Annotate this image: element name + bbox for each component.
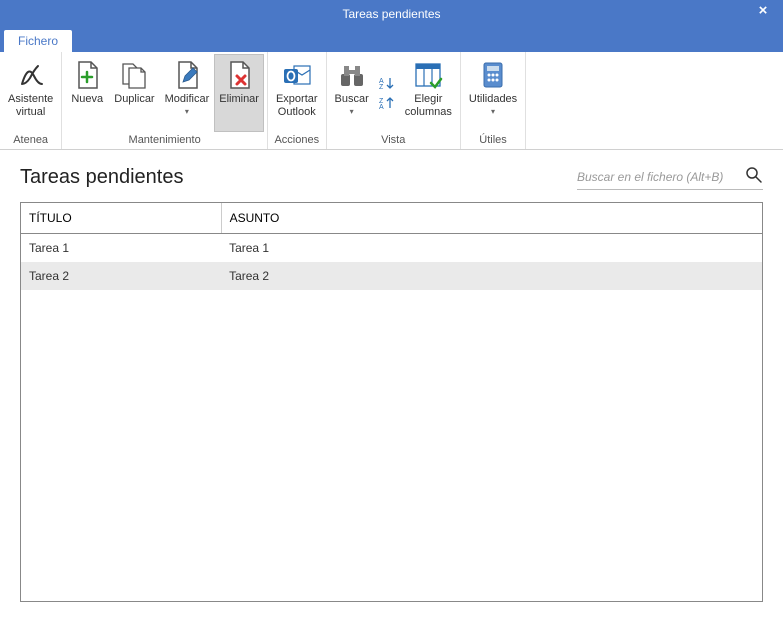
ribbon-group-label: Atenea: [3, 132, 58, 149]
search-icon[interactable]: [745, 166, 763, 187]
ribbon-btn-label: Duplicar: [114, 93, 154, 106]
titlebar: Tareas pendientes ×: [0, 0, 783, 28]
modificar-button[interactable]: Modificar ▾: [160, 54, 215, 132]
cell-titulo: Tarea 2: [21, 262, 221, 290]
nueva-button[interactable]: Nueva: [65, 54, 109, 132]
tab-label: Fichero: [18, 34, 58, 48]
ribbon-group-label: Vista: [330, 132, 457, 149]
column-header-titulo[interactable]: TÍTULO: [21, 203, 221, 234]
ribbon-group-acciones: Exportar Outlook Acciones: [268, 52, 327, 149]
ribbon-btn-label: Modificar: [165, 93, 210, 106]
ribbon-btn-label: Buscar: [335, 93, 369, 106]
utilidades-button[interactable]: Utilidades ▾: [464, 54, 522, 132]
cell-asunto: Tarea 2: [221, 262, 762, 290]
sort-desc-icon: Z A: [378, 96, 396, 110]
ribbon-group-label: Mantenimiento: [65, 132, 264, 149]
search-field-wrap: [577, 164, 763, 190]
ribbon-btn-label: Outlook: [278, 106, 316, 119]
search-input[interactable]: [577, 170, 737, 184]
exportar-outlook-button[interactable]: Exportar Outlook: [271, 54, 323, 132]
ribbon-btn-label: Eliminar: [219, 93, 259, 106]
sort-asc-button[interactable]: A Z: [376, 74, 398, 92]
data-grid[interactable]: TÍTULO ASUNTO Tarea 1Tarea 1Tarea 2Tarea…: [20, 202, 763, 602]
ribbon: Asistente virtual Atenea Nueva: [0, 52, 783, 150]
chevron-down-icon: ▾: [491, 107, 495, 117]
sort-desc-button[interactable]: Z A: [376, 94, 398, 112]
eliminar-button[interactable]: Eliminar: [214, 54, 264, 132]
ribbon-group-mantenimiento: Nueva Duplicar: [62, 52, 268, 149]
ribbon-btn-label: Utilidades: [469, 93, 517, 106]
ribbon-group-atenea: Asistente virtual Atenea: [0, 52, 62, 149]
edit-document-icon: [171, 59, 203, 91]
chevron-down-icon: ▾: [185, 107, 189, 117]
cell-asunto: Tarea 1: [221, 234, 762, 263]
table-row[interactable]: Tarea 1Tarea 1: [21, 234, 762, 263]
binoculars-icon: [336, 59, 368, 91]
ribbon-group-label: Acciones: [271, 132, 323, 149]
window-title: Tareas pendientes: [342, 7, 440, 21]
column-header-asunto[interactable]: ASUNTO: [221, 203, 762, 234]
tabstrip: Fichero: [0, 28, 783, 52]
ribbon-btn-label: Exportar: [276, 93, 318, 106]
delete-document-icon: [223, 59, 255, 91]
close-icon: ×: [759, 2, 768, 19]
ribbon-group-vista: Buscar ▾ A Z Z A: [327, 52, 461, 149]
ribbon-btn-label: Elegir: [414, 93, 442, 106]
tab-fichero[interactable]: Fichero: [4, 30, 72, 52]
close-button[interactable]: ×: [743, 0, 783, 28]
table-row[interactable]: Tarea 2Tarea 2: [21, 262, 762, 290]
svg-text:Z: Z: [379, 84, 384, 90]
ribbon-btn-label: Asistente: [8, 93, 53, 106]
new-document-icon: [71, 59, 103, 91]
svg-text:A: A: [379, 104, 384, 110]
ribbon-group-utiles: Utilidades ▾ Útiles: [461, 52, 526, 149]
page-title: Tareas pendientes: [20, 166, 183, 189]
duplicar-button[interactable]: Duplicar: [109, 54, 159, 132]
calculator-icon: [477, 59, 509, 91]
ribbon-btn-label: columnas: [405, 106, 452, 119]
ribbon-group-label: Útiles: [464, 132, 522, 149]
duplicate-document-icon: [118, 59, 150, 91]
content-area: Tareas pendientes TÍTULO ASUNTO Tarea 1T…: [0, 150, 783, 602]
asistente-virtual-button[interactable]: Asistente virtual: [3, 54, 58, 132]
chevron-down-icon: ▾: [350, 107, 354, 117]
sort-asc-icon: A Z: [378, 76, 396, 90]
buscar-button[interactable]: Buscar ▾: [330, 54, 374, 132]
cell-titulo: Tarea 1: [21, 234, 221, 263]
ribbon-btn-label: Nueva: [71, 93, 103, 106]
alpha-icon: [15, 59, 47, 91]
table-header-row: TÍTULO ASUNTO: [21, 203, 762, 234]
columns-icon: [412, 59, 444, 91]
content-header: Tareas pendientes: [20, 164, 763, 190]
ribbon-btn-label: virtual: [16, 106, 45, 119]
elegir-columnas-button[interactable]: Elegir columnas: [400, 54, 457, 132]
outlook-icon: [281, 59, 313, 91]
